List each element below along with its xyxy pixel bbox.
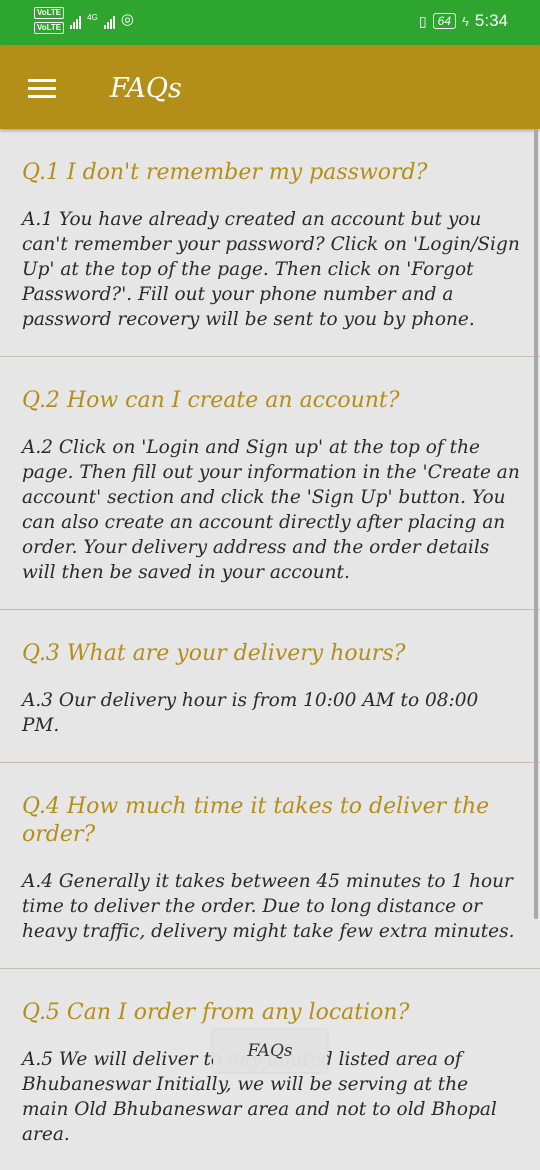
- menu-icon[interactable]: [28, 79, 56, 98]
- clock: 5:34: [474, 11, 508, 30]
- faq-answer: A.4 Generally it takes between 45 minute…: [22, 871, 515, 942]
- faq-item: Q.4 How much time it takes to deliver th…: [0, 763, 540, 969]
- volte-stack: VoLTE VoLTE: [34, 7, 65, 34]
- faq-question: Q.2 How can I create an account?: [22, 388, 400, 413]
- toast-message: FAQs: [213, 1030, 327, 1072]
- faq-answer: A.2 Click on 'Login and Sign up' at the …: [22, 437, 520, 583]
- status-right: ▯ 64 ϟ 5:34: [419, 11, 508, 31]
- faq-question: Q.3 What are your delivery hours?: [22, 641, 406, 666]
- status-bar: VoLTE VoLTE 4G ◎ ▯ 64 ϟ 5:34: [0, 0, 540, 45]
- faq-question: Q.5 Can I order from any location?: [22, 1000, 410, 1025]
- vibrate-icon: ▯: [418, 12, 427, 29]
- network-type: 4G: [87, 13, 98, 22]
- page-title: FAQs: [110, 73, 182, 104]
- faq-question: Q.4 How much time it takes to deliver th…: [22, 794, 490, 847]
- faq-answer: A.1 You have already created an account …: [22, 209, 520, 330]
- faq-list[interactable]: Q.1 I don't remember my password? A.1 Yo…: [0, 129, 540, 1170]
- volte-badge: VoLTE: [34, 22, 65, 34]
- charging-icon: ϟ: [462, 13, 469, 29]
- volte-badge: VoLTE: [34, 7, 65, 19]
- wifi-icon: ◎: [120, 11, 134, 28]
- faq-question: Q.1 I don't remember my password?: [22, 160, 428, 185]
- battery-icon: 64: [432, 13, 457, 29]
- app-bar: FAQs: [0, 45, 540, 129]
- faq-item: Q.2 How can I create an account? A.2 Cli…: [0, 357, 540, 610]
- faq-item: Q.1 I don't remember my password? A.1 Yo…: [0, 129, 540, 357]
- signal-icon: [70, 13, 82, 29]
- faq-answer: A.3 Our delivery hour is from 10:00 AM t…: [22, 690, 479, 736]
- status-left: VoLTE VoLTE 4G ◎: [34, 7, 134, 34]
- signal-icon: [103, 13, 115, 29]
- scrollbar[interactable]: [534, 129, 538, 919]
- faq-item: Q.3 What are your delivery hours? A.3 Ou…: [0, 610, 540, 763]
